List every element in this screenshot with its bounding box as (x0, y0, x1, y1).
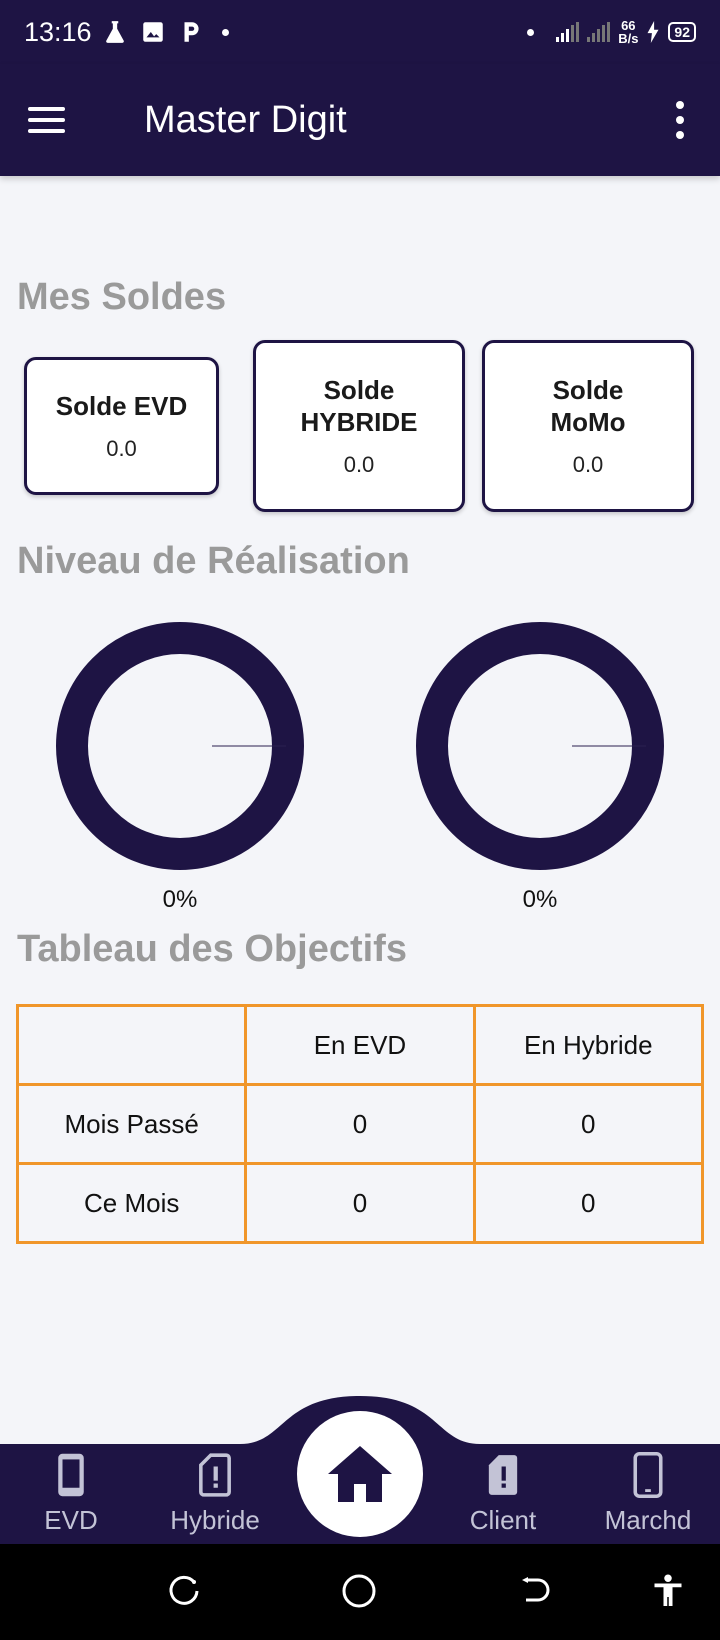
table-cell: Ce Mois (15, 1162, 248, 1244)
sim-alert-icon (199, 1453, 231, 1497)
balance-card-label: Solde MoMo (550, 375, 626, 437)
home-icon (328, 1446, 392, 1502)
menu-button[interactable] (28, 92, 84, 148)
net-speed-unit: B/s (618, 31, 639, 46)
table-header-cell (15, 1004, 248, 1086)
rotate-icon (169, 1575, 199, 1605)
status-right: 66 B/s 92 (527, 19, 696, 45)
recent-apps-button[interactable] (159, 1566, 209, 1616)
back-icon (522, 1577, 550, 1602)
table-header-cell: En EVD (244, 1004, 476, 1086)
balance-card-label: Solde EVD (55, 391, 188, 421)
image-icon (142, 22, 163, 42)
hamburger-line (28, 129, 65, 133)
balance-card-hybride[interactable]: Solde HYBRIDE 0.0 (253, 340, 465, 512)
table-cell: 0 (244, 1162, 476, 1244)
back-button[interactable] (510, 1566, 560, 1616)
dot-icon (221, 28, 229, 36)
balance-card-label: Solde HYBRIDE (300, 375, 418, 437)
table-cell: Mois Passé (15, 1083, 248, 1165)
nav-item-hybride[interactable]: Hybride (160, 1452, 270, 1536)
accessibility-button[interactable] (643, 1566, 693, 1616)
phone-icon (58, 1453, 84, 1497)
notification-icons (102, 19, 229, 45)
table-cell: 0 (472, 1083, 705, 1165)
nav-item-label: Marchd (604, 1505, 692, 1535)
signal-icon (556, 22, 580, 42)
nav-item-client[interactable]: Client (448, 1452, 558, 1536)
table-cell: 0 (244, 1083, 476, 1165)
balance-card-value: 0.0 (343, 452, 375, 477)
balance-card-value: 0.0 (106, 436, 137, 461)
charging-icon (647, 21, 659, 43)
achievement-gauge-evd (56, 622, 304, 870)
nav-item-label: Hybride (170, 1505, 260, 1535)
home-system-button[interactable] (334, 1566, 384, 1616)
balance-card-evd[interactable]: Solde EVD 0.0 (24, 357, 219, 495)
parking-icon (184, 22, 199, 42)
battery-icon: 92 (668, 22, 696, 42)
more-options-button[interactable] (670, 92, 690, 148)
table-header-row: En EVD En Hybride (15, 1004, 705, 1086)
objectives-title: Tableau des Objectifs (17, 928, 407, 970)
achievement-title: Niveau de Réalisation (17, 540, 410, 582)
table-header-cell: En Hybride (472, 1004, 705, 1086)
phone-icon (633, 1451, 663, 1499)
table-cell: 0 (472, 1162, 705, 1244)
table-row: Ce Mois 0 0 (15, 1162, 705, 1244)
net-speed: 66 B/s (618, 19, 638, 45)
objectives-table: En EVD En Hybride Mois Passé 0 0 Ce Mois… (15, 1004, 705, 1244)
achievement-gauge-hybride (416, 622, 664, 870)
flask-icon (105, 21, 124, 43)
gauge-percent-label: 0% (522, 886, 558, 913)
app-bar: Master Digit (0, 64, 720, 176)
accessibility-icon (654, 1574, 682, 1606)
hamburger-line (28, 118, 65, 122)
more-vert-icon (676, 101, 684, 109)
balances-title: Mes Soldes (17, 276, 227, 318)
dot-icon (527, 28, 535, 36)
nav-item-label: Client (469, 1505, 537, 1535)
nav-item-marchd[interactable]: Marchd (592, 1451, 704, 1536)
more-dot (676, 116, 684, 124)
gauge-percent-label: 0% (162, 886, 198, 913)
nav-item-home[interactable] (297, 1411, 423, 1537)
more-dot (676, 131, 684, 139)
nav-item-label: EVD (44, 1505, 98, 1535)
balance-card-value: 0.0 (572, 452, 604, 477)
status-time: 13:16 (24, 16, 92, 47)
table-row: Mois Passé 0 0 (15, 1083, 705, 1165)
app-title: Master Digit (144, 98, 347, 141)
balance-card-momo[interactable]: Solde MoMo 0.0 (482, 340, 694, 512)
circle-icon (342, 1574, 376, 1608)
signal-icon (587, 22, 611, 42)
hamburger-icon (28, 107, 65, 111)
status-bar: 13:16 66 B/s 92 (0, 0, 720, 64)
nav-item-evd[interactable]: EVD (16, 1452, 126, 1536)
sim-alert-filled-icon (488, 1455, 518, 1495)
